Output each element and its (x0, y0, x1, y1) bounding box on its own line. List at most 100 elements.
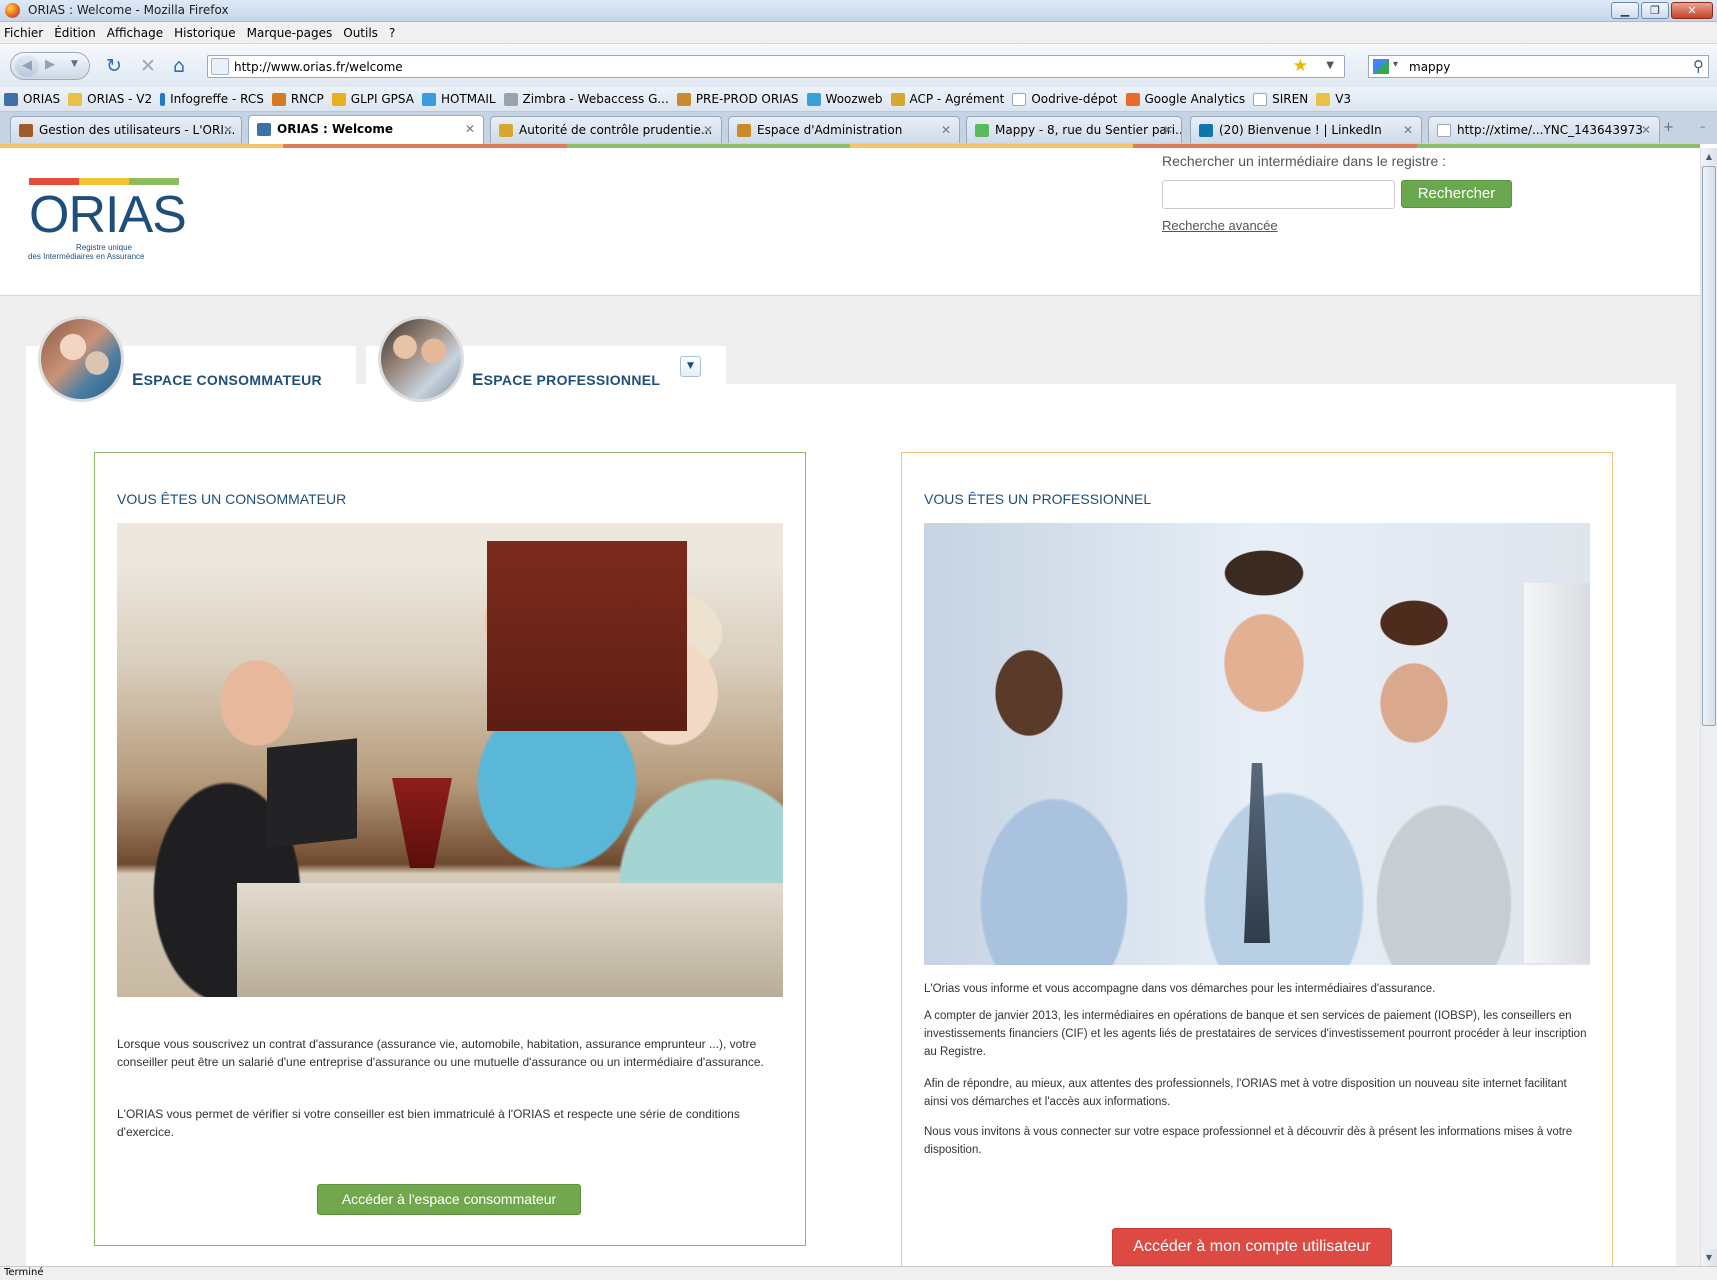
bookmark-item[interactable]: Woozweb (806, 92, 883, 106)
scroll-up-icon[interactable]: ▲ (1701, 148, 1717, 165)
professional-paragraph-3: Afin de répondre, au mieux, aux attentes… (924, 1078, 1567, 1108)
web-page: ORIAS Registre unique des Intermédiaires… (0, 148, 1700, 1266)
search-engine-icon[interactable] (1373, 59, 1389, 74)
bookmark-favicon-icon (271, 92, 286, 106)
browser-tab[interactable]: Gestion des utilisateurs - L'ORI... ✕ (10, 116, 242, 143)
bookmarks-toolbar: ORIAS ORIAS - V2 Infogreffe - RCS RNCP G… (0, 87, 1717, 112)
close-window-button[interactable]: ✕ (1671, 2, 1713, 19)
professional-paragraph-2: A compter de janvier 2013, les intermédi… (924, 1010, 1587, 1058)
menu-file[interactable]: Fichier (4, 26, 43, 40)
menu-help[interactable]: ? (389, 26, 395, 40)
search-bar[interactable]: ▾ mappy ⚲ (1368, 55, 1709, 78)
bookmark-item[interactable]: ACP - Agrément (890, 92, 1004, 106)
stop-icon[interactable]: ✕ (140, 56, 156, 76)
bookmark-favicon-icon (806, 92, 821, 106)
photo-door (487, 541, 687, 731)
forward-button[interactable]: ▶ (45, 57, 55, 72)
tab-favicon-icon (499, 124, 513, 137)
search-engine-dropdown-icon[interactable]: ▾ (1393, 59, 1398, 70)
browser-tab[interactable]: (20) Bienvenue ! | LinkedIn ✕ (1190, 116, 1422, 143)
close-tab-icon[interactable]: ✕ (1403, 123, 1413, 137)
close-tab-icon[interactable]: ✕ (1641, 123, 1651, 137)
info-icon (160, 92, 166, 106)
bookmark-star-icon[interactable]: ★ (1293, 56, 1308, 76)
bookmark-item[interactable]: SIREN (1253, 92, 1308, 106)
new-tab-icon[interactable]: + (1663, 120, 1674, 135)
window-titlebar: ORIAS : Welcome - Mozilla Firefox ▁ ❐ ✕ (0, 0, 1717, 22)
consumer-card: VOUS ÊTES UN CONSOMMATEUR Lorsque vous s… (94, 452, 806, 1246)
status-bar: Terminé (0, 1266, 1717, 1280)
menu-view[interactable]: Affichage (107, 26, 163, 40)
tab-favicon-icon (737, 124, 751, 137)
professional-space-label[interactable]: ESPACE PROFESSIONNEL (472, 370, 660, 390)
back-button[interactable]: ◀ (15, 55, 39, 77)
site-identity-icon[interactable] (211, 58, 229, 75)
bookmark-item[interactable]: Zimbra - Webaccess G... (503, 92, 669, 106)
tab-list-icon[interactable]: – (1700, 120, 1706, 133)
scrollbar-thumb[interactable] (1702, 166, 1716, 726)
consumer-photo (117, 523, 783, 997)
close-tab-icon[interactable]: ✕ (1163, 123, 1173, 137)
home-icon[interactable]: ⌂ (173, 56, 185, 76)
professional-photo (924, 523, 1590, 965)
user-account-button[interactable]: Accéder à mon compte utilisateur (1112, 1228, 1392, 1266)
bookmark-item[interactable]: Google Analytics (1125, 92, 1245, 106)
registry-search-label: Rechercher un intermédiaire dans le regi… (1162, 153, 1447, 169)
window-controls: ▁ ❐ ✕ (1611, 2, 1713, 19)
back-forward-group: ◀ ▶ ▼ (10, 52, 90, 80)
logo-name: ORIAS (29, 186, 187, 244)
minimize-button[interactable]: ▁ (1611, 2, 1639, 19)
lock-icon (676, 92, 691, 106)
url-bar[interactable]: http://www.orias.fr/welcome ★ ▼ (207, 55, 1345, 78)
bookmark-item[interactable]: ORIAS - V2 (68, 92, 152, 106)
scroll-down-icon[interactable]: ▼ (1701, 1249, 1717, 1266)
browser-tab-active[interactable]: ORIAS : Welcome ✕ (248, 115, 484, 144)
registry-search-button[interactable]: Rechercher (1401, 180, 1512, 208)
bookmark-item[interactable]: Infogreffe - RCS (160, 92, 264, 106)
bookmark-item[interactable]: GLPI GPSA (331, 92, 414, 106)
menu-tools[interactable]: Outils (343, 26, 378, 40)
vertical-scrollbar[interactable]: ▲ ▼ (1700, 148, 1717, 1266)
tab-favicon-icon (1437, 124, 1451, 137)
browser-tab[interactable]: http://xtime/...YNC_143643973 ✕ (1428, 116, 1660, 143)
close-tab-icon[interactable]: ✕ (223, 123, 233, 137)
browser-tab[interactable]: Mappy - 8, rue du Sentier pari... ✕ (966, 116, 1182, 143)
search-bar-value[interactable]: mappy (1409, 60, 1450, 74)
bookmark-item[interactable]: HOTMAIL (421, 92, 496, 106)
professional-avatar-image (378, 316, 464, 402)
professional-dropdown-icon[interactable]: ▼ (680, 356, 701, 377)
history-dropdown-icon[interactable]: ▼ (71, 59, 78, 69)
bookmark-item[interactable]: PRE-PROD ORIAS (676, 92, 799, 106)
browser-tab[interactable]: Autorité de contrôle prudentie... ✕ (490, 116, 722, 143)
window-title: ORIAS : Welcome - Mozilla Firefox (28, 3, 229, 17)
url-dropdown-icon[interactable]: ▼ (1326, 60, 1334, 71)
professional-card: VOUS ÊTES UN PROFESSIONNEL L'Orias vous … (901, 452, 1613, 1266)
restore-button[interactable]: ❐ (1641, 2, 1669, 19)
orias-logo[interactable]: ORIAS Registre unique des Intermédiaires… (28, 178, 187, 278)
advanced-search-link[interactable]: Recherche avancée (1162, 218, 1278, 233)
reload-icon[interactable]: ↻ (106, 56, 122, 76)
consumer-space-label[interactable]: ESPACE CONSOMMATEUR (132, 370, 322, 390)
menu-edit[interactable]: Édition (54, 26, 96, 40)
tab-strip: Gestion des utilisateurs - L'ORI... ✕ ORI… (0, 112, 1717, 144)
url-text[interactable]: http://www.orias.fr/welcome (234, 60, 403, 74)
bookmark-favicon-icon (503, 92, 518, 106)
consumer-paragraph-1: Lorsque vous souscrivez un contrat d'ass… (117, 1037, 764, 1069)
tab-favicon-icon (257, 123, 271, 136)
registry-search-input[interactable] (1162, 180, 1395, 209)
consumer-space-button[interactable]: Accéder à l'espace consommateur (317, 1184, 581, 1215)
menu-bookmarks[interactable]: Marque-pages (247, 26, 333, 40)
bookmark-item[interactable]: V3 (1316, 92, 1351, 106)
menu-history[interactable]: Historique (174, 26, 236, 40)
bookmark-item[interactable]: Oodrive-dépot (1012, 92, 1118, 106)
search-magnifier-icon[interactable]: ⚲ (1693, 57, 1704, 75)
tab-favicon-icon (975, 124, 989, 137)
bookmark-item[interactable]: RNCP (271, 92, 324, 106)
browser-tab[interactable]: Espace d'Administration ✕ (728, 116, 960, 143)
close-tab-icon[interactable]: ✕ (703, 123, 713, 137)
bookmark-favicon-icon (421, 92, 436, 106)
photo-whiteboard (1524, 583, 1590, 963)
bookmark-item[interactable]: ORIAS (4, 92, 60, 106)
close-tab-icon[interactable]: ✕ (941, 123, 951, 137)
close-tab-icon[interactable]: ✕ (465, 122, 475, 136)
